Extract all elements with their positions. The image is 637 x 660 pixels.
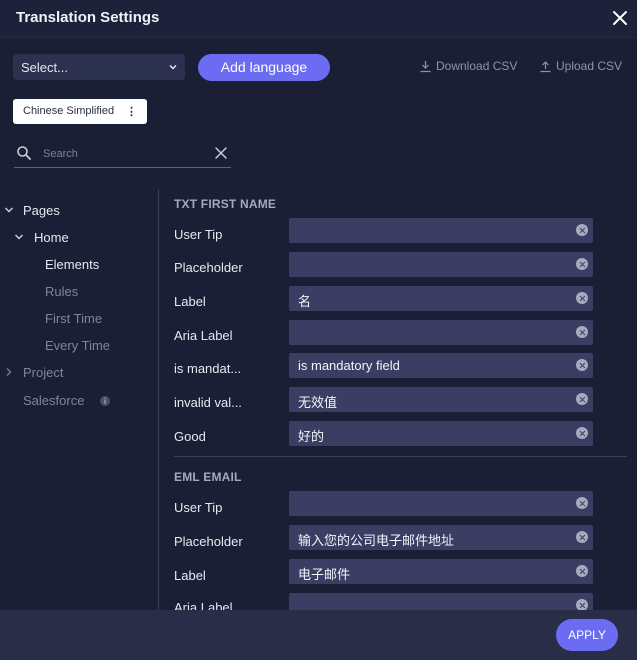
tree-item-elements[interactable]: Elements	[45, 257, 99, 272]
translation-input[interactable]: is mandatory field	[289, 353, 593, 378]
search-input[interactable]: Search	[43, 148, 78, 160]
field-label: Label	[174, 294, 206, 309]
search-icon	[17, 146, 31, 160]
chevron-right-icon	[6, 367, 12, 377]
field-label: User Tip	[174, 500, 223, 515]
download-csv-label: Download CSV	[436, 59, 518, 73]
translation-input[interactable]	[289, 252, 593, 277]
chevron-down-icon	[169, 64, 177, 70]
download-csv-button[interactable]: Download CSV	[419, 56, 517, 76]
clear-field-icon[interactable]	[576, 326, 588, 338]
translation-fields-panel: TXT FIRST NAME User Tip Placeholder Labe…	[159, 189, 637, 610]
clear-field-icon[interactable]	[576, 258, 588, 270]
language-select-value: Select...	[21, 60, 68, 75]
translation-input-value: 电子邮件	[298, 567, 351, 582]
translation-input-value: 输入您的公司电子邮件地址	[298, 533, 455, 548]
chevron-down-icon	[4, 207, 14, 213]
translation-input[interactable]: 好的	[289, 421, 593, 446]
tree-item-home-label: Home	[34, 230, 69, 245]
apply-button[interactable]: APPLY	[556, 619, 618, 651]
dialog-header: Translation Settings	[0, 0, 637, 38]
field-label: Aria Label	[174, 328, 233, 343]
section-divider	[174, 456, 627, 457]
clear-field-icon[interactable]	[576, 497, 588, 509]
field-label: Placeholder	[174, 534, 243, 549]
section-title: TXT FIRST NAME	[174, 197, 277, 211]
tree-item-project-label: Project	[23, 365, 64, 380]
upload-csv-button[interactable]: Upload CSV	[539, 56, 622, 76]
download-icon	[420, 60, 431, 72]
field-label: Placeholder	[174, 260, 243, 275]
chevron-down-icon	[14, 234, 24, 240]
tree-item-rules[interactable]: Rules	[45, 284, 78, 299]
language-chip[interactable]: Chinese Simplified ⋮	[13, 99, 147, 124]
translation-input-value: 好的	[298, 429, 325, 444]
field-label: invalid val...	[174, 395, 242, 410]
clear-field-icon[interactable]	[576, 599, 588, 610]
clear-field-icon[interactable]	[576, 359, 588, 371]
translation-input-value: 无效值	[298, 395, 338, 410]
translation-input[interactable]	[289, 491, 593, 516]
upload-icon	[540, 60, 551, 72]
language-select[interactable]: Select...	[13, 54, 185, 80]
language-chip-label: Chinese Simplified	[23, 105, 115, 117]
translation-input-value: 名	[298, 294, 312, 309]
clear-field-icon[interactable]	[576, 531, 588, 543]
translation-input[interactable]: 电子邮件	[289, 559, 593, 584]
clear-field-icon[interactable]	[576, 393, 588, 405]
dialog-footer: APPLY	[0, 610, 637, 660]
close-icon	[613, 11, 627, 25]
tree-item-every-time[interactable]: Every Time	[45, 338, 110, 353]
search-field[interactable]: Search	[14, 141, 231, 168]
translation-input[interactable]: 无效值	[289, 387, 593, 412]
dialog-title: Translation Settings	[16, 9, 160, 26]
clear-search-icon[interactable]	[214, 146, 228, 160]
tree-item-first-time[interactable]: First Time	[45, 311, 102, 326]
field-label: Label	[174, 568, 206, 583]
upload-csv-label: Upload CSV	[556, 59, 623, 73]
translation-input[interactable]	[289, 593, 593, 610]
clear-field-icon[interactable]	[576, 224, 588, 236]
clear-field-icon[interactable]	[576, 427, 588, 439]
clear-field-icon[interactable]	[576, 565, 588, 577]
field-label: Good	[174, 429, 206, 444]
translation-input[interactable]: 输入您的公司电子邮件地址	[289, 525, 593, 550]
field-label: Aria Label	[174, 600, 233, 610]
translation-input[interactable]: 名	[289, 286, 593, 311]
translation-input-value: is mandatory field	[298, 358, 400, 373]
tree-item-pages-label: Pages	[23, 203, 60, 218]
translation-input[interactable]	[289, 218, 593, 243]
translation-input[interactable]	[289, 320, 593, 345]
clear-field-icon[interactable]	[576, 292, 588, 304]
tree-item-salesforce-label: Salesforce	[23, 393, 85, 408]
field-label: is mandat...	[174, 361, 242, 376]
section-title: EML EMAIL	[174, 470, 242, 484]
info-icon[interactable]	[100, 396, 110, 406]
add-language-button[interactable]: Add language	[198, 54, 330, 81]
tree-item-salesforce[interactable]: Salesforce	[23, 393, 110, 408]
more-vertical-icon[interactable]: ⋮	[126, 105, 137, 118]
field-label: User Tip	[174, 227, 223, 242]
close-button[interactable]	[609, 7, 631, 29]
